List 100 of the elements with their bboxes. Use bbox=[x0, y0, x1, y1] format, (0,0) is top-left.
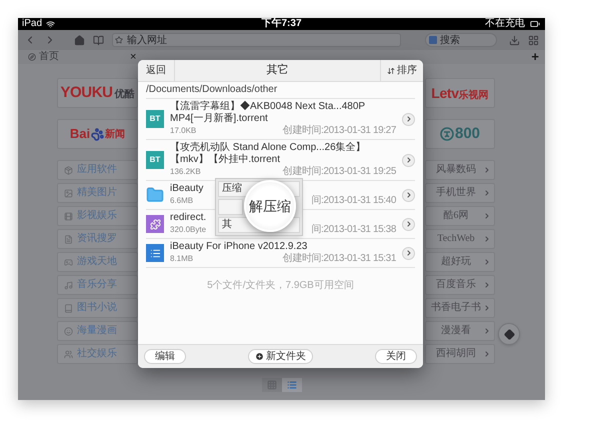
chevron-icon bbox=[404, 220, 412, 228]
book-icon bbox=[64, 304, 73, 312]
details-button[interactable] bbox=[402, 154, 415, 166]
puzzle-icon bbox=[146, 215, 164, 233]
logo-text: YOUKU bbox=[60, 82, 113, 103]
chevron-icon bbox=[404, 191, 412, 199]
details-button[interactable] bbox=[402, 112, 415, 126]
site-tile[interactable]: 手机世界 bbox=[425, 183, 495, 203]
logo-tile[interactable]: Bai 新闻 bbox=[57, 119, 138, 149]
charging-status: 不在充电 bbox=[485, 19, 525, 29]
search-field[interactable]: 搜索 bbox=[425, 33, 497, 47]
bookmarks-icon[interactable] bbox=[93, 34, 104, 46]
category-tile[interactable]: 应用软件 bbox=[57, 160, 138, 180]
sort-icon bbox=[387, 66, 395, 74]
file-size: 136.2KB bbox=[170, 166, 201, 178]
compass-icon bbox=[28, 53, 36, 61]
category-tile[interactable]: 影视娱乐 bbox=[57, 206, 138, 226]
chevron-icon bbox=[483, 166, 491, 174]
category-tile[interactable]: 音乐分享 bbox=[57, 275, 138, 295]
gamepad-icon bbox=[64, 258, 73, 266]
tab-label: 首页 bbox=[39, 52, 59, 62]
close-button[interactable]: 关闭 bbox=[375, 349, 417, 364]
new-folder-button[interactable]: 新文件夹 bbox=[248, 349, 313, 364]
new-tab-button[interactable]: + bbox=[531, 50, 539, 64]
folder-path: /Documents/Downloads/other bbox=[145, 83, 278, 97]
users-icon bbox=[64, 350, 73, 358]
details-button[interactable] bbox=[402, 188, 415, 202]
logo-text: 优酷 bbox=[114, 88, 135, 102]
grid-icon[interactable] bbox=[528, 34, 539, 46]
logo-tile[interactable]: Letv乐视网 bbox=[425, 78, 495, 108]
category-tile[interactable]: 游戏天地 bbox=[57, 252, 138, 272]
file-row[interactable]: iBeauty For iPhone v2012.9.23 8.1MB 创建时间:2013-01-31 15:31 bbox=[146, 238, 415, 267]
device-name: iPad bbox=[22, 19, 42, 29]
created-time: 创建时间:2013-01-31 15:31 bbox=[282, 254, 396, 264]
list-icon bbox=[286, 380, 296, 390]
created-time: 间:2013-01-31 15:38 bbox=[311, 225, 396, 235]
site-tile[interactable]: 超好玩 bbox=[425, 252, 495, 272]
category-tile[interactable]: 图书小说 bbox=[57, 298, 138, 318]
chevron-icon bbox=[483, 258, 491, 266]
chevron-icon bbox=[404, 156, 412, 164]
chevron-icon bbox=[483, 212, 491, 220]
site-tile[interactable]: 西祠胡同 bbox=[425, 344, 495, 364]
site-tile[interactable]: 百度音乐 bbox=[425, 275, 495, 295]
chevron-icon bbox=[483, 304, 491, 312]
sort-label: 排序 bbox=[397, 64, 417, 78]
torrent-icon: BT bbox=[146, 151, 164, 169]
file-size: 17.0KB bbox=[170, 125, 196, 137]
site-tile[interactable]: 酷6网 bbox=[425, 206, 495, 226]
logo-text: 乐视网 bbox=[458, 90, 489, 102]
wifi-icon bbox=[46, 20, 56, 28]
file-name: redirect. bbox=[170, 212, 206, 224]
category-tile[interactable]: 精美图片 bbox=[57, 183, 138, 203]
details-button[interactable] bbox=[402, 246, 415, 260]
url-field[interactable]: 输入网址 bbox=[112, 33, 401, 47]
chevron-icon bbox=[483, 350, 491, 358]
logo-text: 新闻 bbox=[105, 127, 126, 142]
site-tile[interactable]: 漫漫看 bbox=[425, 321, 495, 341]
logo-text: Bai bbox=[70, 125, 90, 144]
grid-view-button[interactable] bbox=[262, 378, 282, 392]
battery-icon bbox=[529, 19, 541, 29]
file-size: 6.6MB bbox=[170, 195, 194, 207]
site-tile[interactable]: 书香电子书 bbox=[425, 298, 495, 318]
details-button[interactable] bbox=[402, 218, 415, 230]
magnified-label: 解压缩 bbox=[249, 196, 291, 216]
created-time: 间:2013-01-31 15:40 bbox=[311, 196, 396, 206]
file-name: 【流雷字幕组】◆AKB0048 Next Sta...480P MP4[一月新番].torrent bbox=[170, 101, 366, 124]
chevron-icon bbox=[483, 189, 491, 197]
file-name: iBeauty For iPhone v2012.9.23 bbox=[170, 241, 308, 252]
file-row[interactable]: BT 【流雷字幕组】◆AKB0048 Next Sta...480P MP4[一月新番].torrent 17.0KB 创建时间:2013-01-31 19:27 bbox=[146, 98, 415, 139]
image-icon bbox=[64, 188, 73, 198]
site-tile[interactable]: TechWeb bbox=[425, 229, 495, 249]
logo-tile[interactable]: YOUKU优酷 bbox=[57, 78, 138, 108]
clock: 下午7:37 bbox=[260, 19, 302, 29]
list-view-button[interactable] bbox=[282, 378, 302, 392]
paw-icon bbox=[91, 128, 104, 140]
category-tile[interactable]: 海量漫画 bbox=[57, 321, 138, 341]
folder-icon bbox=[146, 186, 164, 204]
site-tile[interactable]: 风暴数码 bbox=[425, 160, 495, 180]
list-document-icon bbox=[146, 244, 164, 262]
home-icon[interactable] bbox=[74, 34, 85, 46]
browser-tab[interactable]: 首页 bbox=[28, 52, 59, 62]
download-icon[interactable] bbox=[509, 34, 520, 46]
dialog-title: 其它 bbox=[266, 62, 290, 78]
edit-button[interactable]: 编辑 bbox=[144, 349, 186, 364]
file-name: iBeauty bbox=[170, 183, 204, 195]
star-icon[interactable] bbox=[115, 36, 123, 44]
chevron-icon bbox=[483, 235, 491, 243]
file-size: 8.1MB bbox=[170, 253, 194, 265]
close-tab-button[interactable]: × bbox=[130, 50, 136, 64]
created-time: 创建时间:2013-01-31 19:27 bbox=[282, 126, 396, 136]
back-button[interactable]: 返回 bbox=[138, 60, 175, 81]
category-tile[interactable]: 社交娱乐 bbox=[57, 344, 138, 364]
chevron-icon bbox=[483, 281, 491, 289]
menu-option[interactable] bbox=[218, 199, 243, 215]
music-note-icon bbox=[64, 280, 73, 290]
diamond-icon bbox=[504, 328, 514, 340]
chevron-icon bbox=[404, 249, 412, 257]
category-tile[interactable]: 资讯搜罗 bbox=[57, 229, 138, 249]
logo-tile[interactable]: 800 bbox=[425, 119, 495, 149]
sort-button[interactable]: 排序 bbox=[380, 60, 423, 81]
